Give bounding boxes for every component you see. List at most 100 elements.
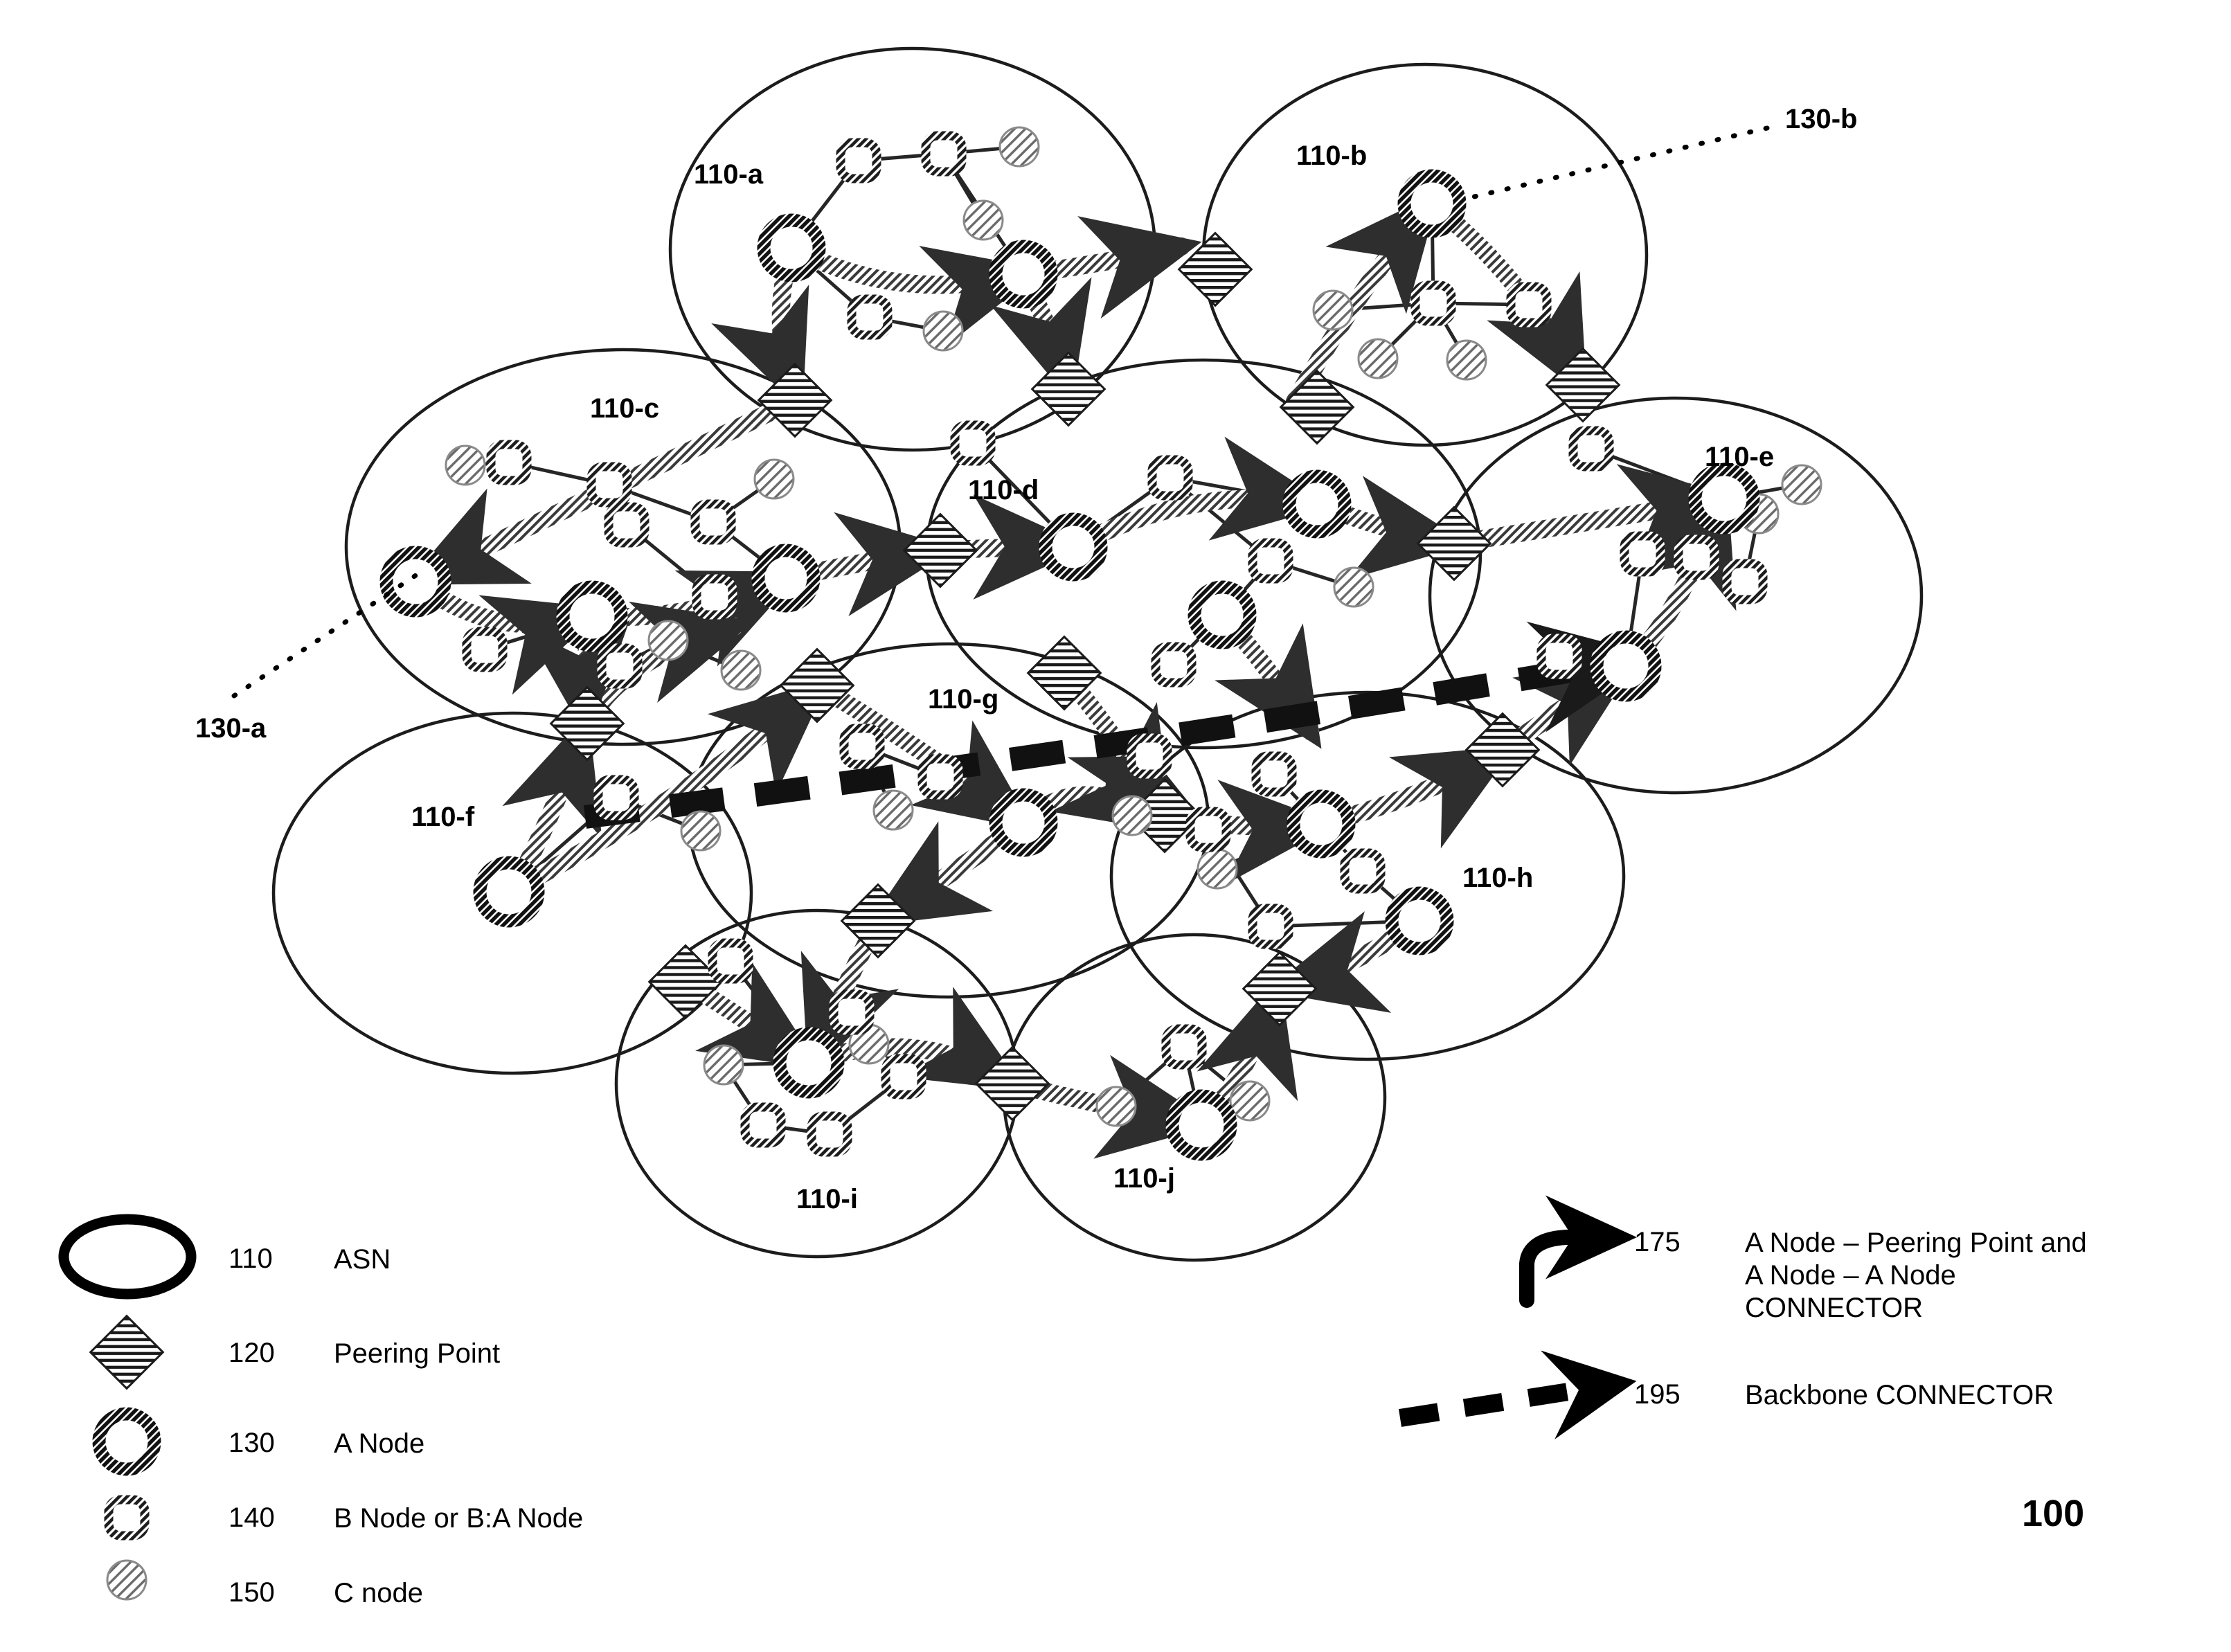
- a-node[interactable]: [1397, 169, 1467, 238]
- b-node[interactable]: [604, 502, 649, 548]
- asn-label-110-h: 110-h: [1462, 863, 1534, 893]
- c-node[interactable]: [1197, 848, 1238, 890]
- b-node[interactable]: [839, 724, 885, 769]
- b-node[interactable]: [740, 1102, 786, 1148]
- c-node[interactable]: [1111, 795, 1153, 836]
- peering-point[interactable]: [757, 362, 833, 438]
- c-node[interactable]: [1333, 566, 1374, 608]
- c-node[interactable]: [1357, 338, 1399, 379]
- b-node[interactable]: [847, 294, 893, 340]
- b-node[interactable]: [950, 420, 996, 466]
- a-node[interactable]: [1282, 469, 1352, 539]
- c-node[interactable]: [1312, 289, 1354, 331]
- b-node[interactable]: [1185, 807, 1231, 852]
- b-node[interactable]: [1147, 455, 1193, 501]
- peering-point[interactable]: [1030, 351, 1106, 427]
- c-node[interactable]: [680, 810, 722, 852]
- a-node[interactable]: [1590, 630, 1662, 702]
- legend-dashed-arrow-icon: [1398, 1350, 1637, 1439]
- c-node[interactable]: [720, 649, 762, 691]
- a-node[interactable]: [1385, 886, 1454, 955]
- b-node[interactable]: [1536, 634, 1582, 679]
- b-node[interactable]: [1248, 538, 1293, 584]
- legend-number-130: 130: [229, 1428, 275, 1458]
- legend-label-asn: ASN: [334, 1244, 391, 1275]
- b-node[interactable]: [1248, 904, 1293, 949]
- callout-leader-130-b: [1460, 125, 1770, 202]
- legend-number-140: 140: [229, 1502, 275, 1533]
- peering-point[interactable]: [902, 512, 978, 589]
- c-node[interactable]: [872, 789, 914, 831]
- b-node[interactable]: [836, 138, 881, 183]
- legend-label-backbone-connector: Backbone CONNECTOR: [1745, 1380, 2054, 1410]
- b-node[interactable]: [1722, 559, 1768, 604]
- peering-point[interactable]: [974, 1045, 1050, 1122]
- b-node[interactable]: [593, 775, 639, 820]
- b-node[interactable]: [1340, 848, 1386, 894]
- b-node[interactable]: [881, 1054, 926, 1099]
- asn-label-110-c: 110-c: [590, 393, 660, 424]
- b-node[interactable]: [462, 627, 508, 672]
- c-node[interactable]: [703, 1044, 744, 1086]
- c-node[interactable]: [1781, 464, 1822, 505]
- callout-label-130-b: 130-b: [1785, 104, 1858, 134]
- b-node[interactable]: [1568, 426, 1614, 472]
- c-node[interactable]: [1095, 1086, 1137, 1127]
- b-node[interactable]: [708, 938, 753, 984]
- b-node[interactable]: [486, 440, 532, 485]
- b-node[interactable]: [1161, 1024, 1207, 1070]
- a-node[interactable]: [1287, 789, 1356, 859]
- b-node[interactable]: [690, 499, 736, 545]
- patent-figure-100: 110-a 110-b 110-c 110-d 110-e 110-f 110-…: [0, 0, 2231, 1652]
- b-node[interactable]: [1151, 642, 1197, 688]
- b-node[interactable]: [829, 989, 875, 1035]
- a-node[interactable]: [556, 580, 628, 652]
- b-node[interactable]: [1506, 282, 1552, 327]
- c-node[interactable]: [962, 199, 1004, 241]
- legend-number-175: 175: [1634, 1227, 1681, 1257]
- b-node[interactable]: [692, 574, 737, 620]
- callout-label-130-a: 130-a: [195, 713, 267, 744]
- c-node[interactable]: [647, 620, 689, 661]
- a-node[interactable]: [1039, 512, 1108, 582]
- b-node[interactable]: [1620, 531, 1665, 577]
- c-node[interactable]: [922, 310, 964, 352]
- legend-asn-ellipse-icon: [58, 1214, 197, 1300]
- asn-label-110-d: 110-d: [968, 475, 1039, 505]
- b-node[interactable]: [1674, 535, 1719, 580]
- legend-peering-point-icon: [89, 1314, 165, 1390]
- c-node[interactable]: [1229, 1080, 1271, 1122]
- legend-c-node-icon: [106, 1559, 147, 1601]
- a-node[interactable]: [751, 544, 821, 613]
- a-node[interactable]: [773, 1027, 845, 1099]
- a-node[interactable]: [473, 856, 545, 928]
- a-node[interactable]: [757, 213, 826, 282]
- c-node[interactable]: [1446, 339, 1487, 381]
- asn-label-110-g: 110-g: [928, 684, 999, 715]
- b-node[interactable]: [917, 754, 963, 800]
- asn-label-110-i: 110-i: [796, 1184, 858, 1214]
- legend-number-120: 120: [229, 1338, 275, 1368]
- b-node[interactable]: [1251, 751, 1297, 797]
- a-node[interactable]: [1688, 463, 1760, 535]
- a-node[interactable]: [379, 546, 451, 618]
- a-node[interactable]: [989, 240, 1058, 309]
- legend-number-195: 195: [1634, 1379, 1681, 1410]
- legend-number-150: 150: [229, 1577, 275, 1608]
- a-node[interactable]: [989, 788, 1058, 857]
- c-node[interactable]: [445, 445, 486, 486]
- a-node[interactable]: [1188, 580, 1257, 649]
- asn-label-110-a: 110-a: [694, 159, 764, 190]
- legend-curved-arrow-icon: [1519, 1195, 1637, 1308]
- c-node[interactable]: [998, 126, 1040, 168]
- a-node[interactable]: [1165, 1089, 1237, 1161]
- b-node[interactable]: [597, 643, 643, 689]
- legend-label-a-node: A Node: [334, 1428, 425, 1459]
- b-node[interactable]: [921, 131, 967, 177]
- asn-label-110-e: 110-e: [1705, 442, 1775, 472]
- b-node[interactable]: [586, 462, 632, 508]
- b-node[interactable]: [1410, 280, 1456, 326]
- b-node[interactable]: [1127, 733, 1172, 779]
- b-node[interactable]: [807, 1111, 852, 1157]
- c-node[interactable]: [753, 458, 795, 500]
